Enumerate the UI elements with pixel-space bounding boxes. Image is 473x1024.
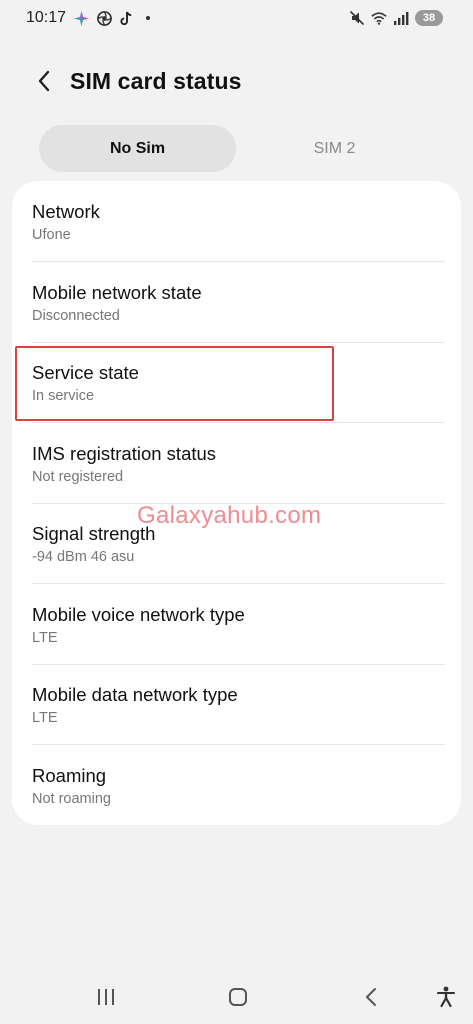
item-value: LTE	[32, 710, 58, 726]
list-item-mobile-network-state[interactable]: Mobile network state Disconnected	[32, 262, 441, 342]
home-icon	[229, 988, 247, 1006]
back-button[interactable]	[24, 61, 64, 101]
sim-tabs: No Sim SIM 2	[39, 125, 433, 172]
watermark: Galaxyahub.com	[137, 502, 322, 529]
tiktok-icon	[119, 10, 135, 26]
item-label: Mobile network state	[32, 282, 202, 303]
home-button[interactable]	[218, 982, 258, 1012]
status-bar-left: 10:17	[26, 9, 151, 27]
aperture-icon	[96, 10, 112, 26]
accessibility-icon	[437, 986, 455, 1008]
accessibility-button[interactable]	[426, 982, 466, 1012]
back-arrow-icon	[38, 70, 50, 92]
battery-indicator: 38	[415, 10, 443, 26]
navigation-bar	[0, 970, 473, 1024]
list-item-roaming[interactable]: Roaming Not roaming	[32, 745, 441, 825]
item-value: Not roaming	[32, 791, 111, 807]
status-bar-right: 38	[349, 10, 443, 26]
item-value: LTE	[32, 630, 58, 646]
status-time: 10:17	[26, 9, 67, 26]
tab-no-sim[interactable]: No Sim	[39, 125, 236, 172]
item-label: Network	[32, 201, 100, 222]
list-item-ims-registration-status[interactable]: IMS registration status Not registered	[32, 423, 441, 503]
tab-sim-2[interactable]: SIM 2	[236, 125, 433, 172]
chevron-left-icon	[366, 988, 376, 1006]
recents-icon	[98, 989, 114, 1005]
item-label: Roaming	[32, 765, 107, 786]
status-bar: 10:17 38	[0, 0, 473, 36]
item-label: Mobile voice network type	[32, 604, 245, 625]
list-item-mobile-data-network-type[interactable]: Mobile data network type LTE	[32, 664, 441, 744]
mute-icon	[349, 10, 365, 26]
item-value: Ufone	[32, 227, 71, 243]
highlight-box	[15, 346, 334, 421]
item-value: Not registered	[32, 469, 124, 485]
page-title: SIM card status	[70, 67, 242, 94]
screen: 10:17 38 SIM card status No Sim SIM 2 Ne…	[0, 0, 473, 1024]
sparkle-icon	[73, 10, 89, 26]
item-label: Mobile data network type	[32, 684, 238, 705]
list-item-network[interactable]: Network Ufone	[32, 181, 441, 261]
list-item-mobile-voice-network-type[interactable]: Mobile voice network type LTE	[32, 584, 441, 664]
signal-icon	[393, 10, 409, 26]
item-value: Disconnected	[32, 308, 120, 324]
item-label: IMS registration status	[32, 443, 217, 464]
item-value: -94 dBm 46 asu	[32, 549, 135, 565]
recents-button[interactable]	[86, 982, 126, 1012]
wifi-icon	[371, 10, 387, 26]
notification-dot-icon	[146, 16, 151, 20]
back-nav-button[interactable]	[351, 982, 391, 1012]
app-header: SIM card status	[0, 58, 473, 104]
